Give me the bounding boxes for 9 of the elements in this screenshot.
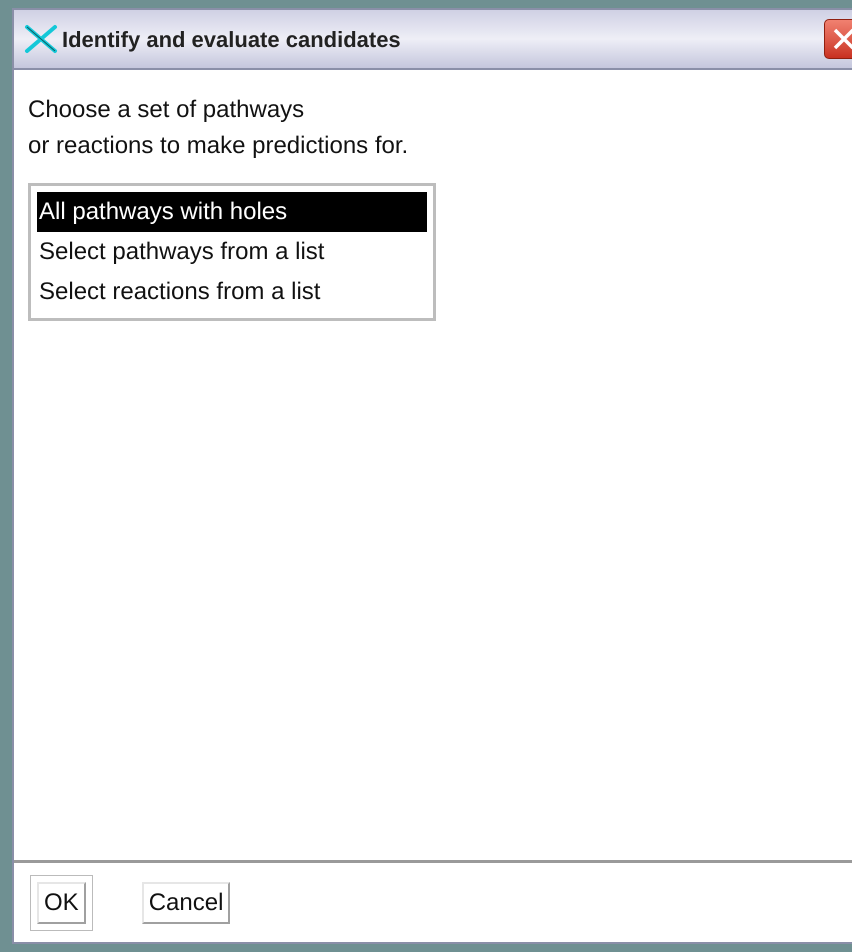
prompt-text: or reactions to make predictions for. [28,131,408,161]
list-item[interactable]: All pathways with holes [37,192,427,232]
app-logo-icon [24,24,58,54]
close-button[interactable] [824,19,852,59]
window-title: Identify and evaluate candidates [62,26,401,54]
close-icon [832,27,852,51]
dialog-button[interactable]: Cancel [142,882,230,924]
prompt-text: Choose a set of pathways [28,95,304,125]
dialog-button[interactable]: OK [30,874,93,930]
